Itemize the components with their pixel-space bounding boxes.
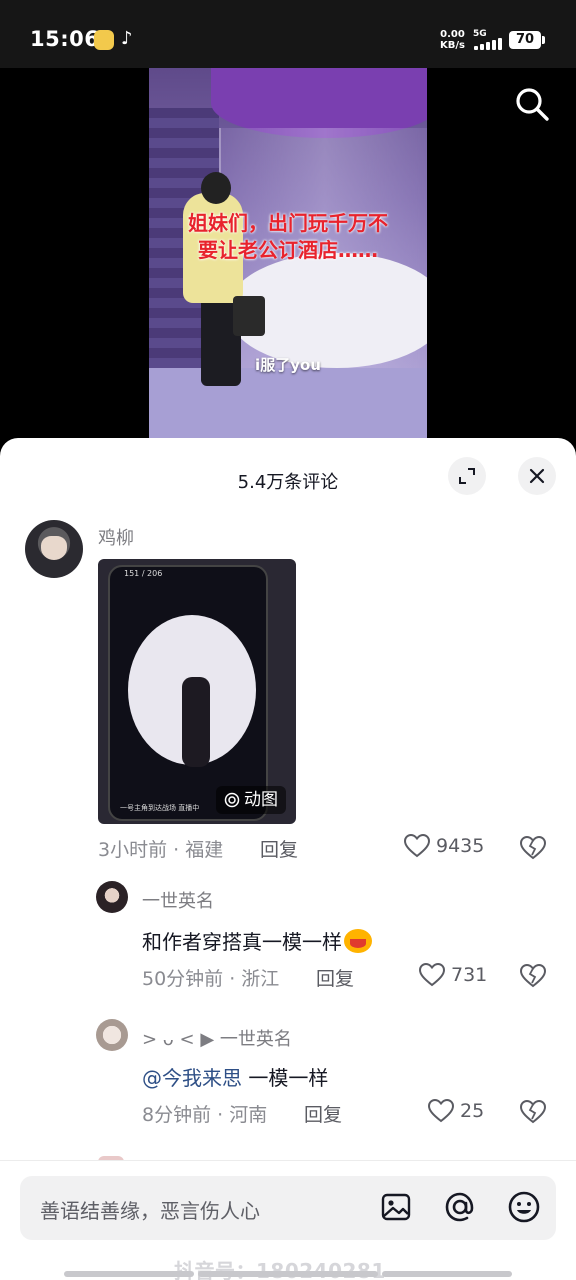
reply-meta: 50分钟前 · 浙江 (142, 968, 280, 990)
like-button[interactable]: 9435 (404, 834, 484, 858)
video-floor (149, 368, 427, 440)
reply-button[interactable]: 回复 (316, 964, 354, 991)
comments-sheet: 5.4万条评论 鸡柳 151 / 206 一号主角到达战场 直播中 动图 3小时… (0, 438, 576, 1280)
video-person-head (201, 172, 231, 204)
dislike-icon[interactable] (520, 964, 546, 988)
image-icon[interactable] (378, 1189, 414, 1225)
reply-username[interactable]: 一世英名 (142, 887, 214, 913)
video-overlay-text: 姐妹们，出门玩千万不要让老公订酒店…… (188, 211, 388, 262)
like-count: 731 (451, 964, 488, 986)
status-bar: 15:06 ♪ 0.00 KB/s 5G 70 (0, 0, 576, 68)
douyin-notification-icon: ♪ (121, 28, 133, 49)
heart-icon (428, 1099, 454, 1123)
reply-button[interactable]: 回复 (260, 835, 298, 862)
dislike-icon[interactable] (520, 836, 546, 860)
network-speed-unit: KB/s (440, 40, 465, 51)
comment-input-placeholder: 善语结善缘，恶言伤人心 (40, 1199, 260, 1223)
video-player[interactable]: 姐妹们，出门玩千万不要让老公订酒店…… i服了you (0, 68, 576, 440)
like-button[interactable]: 25 (428, 1099, 484, 1123)
signal-icon (474, 38, 504, 50)
avatar[interactable] (25, 520, 83, 578)
nav-indicator (198, 1271, 378, 1277)
avatar[interactable] (96, 881, 128, 913)
comment-meta: 3小时前 · 福建 (98, 839, 224, 861)
comments-count-title: 5.4万条评论 (237, 472, 339, 493)
reply-meta: 8分钟前 · 河南 (142, 1104, 268, 1126)
comment-input-bar: 善语结善缘，恶言伤人心 抖音号：180240281 (0, 1160, 576, 1280)
avatar[interactable] (96, 1019, 128, 1051)
mention-link[interactable]: @今我来思 (142, 1066, 242, 1090)
like-count: 9435 (436, 835, 485, 857)
image-person (182, 677, 210, 767)
battery-tip (542, 36, 545, 44)
gif-badge: 动图 (216, 786, 286, 814)
search-icon[interactable] (512, 84, 552, 124)
reply-username[interactable]: > ᴗ < ▶ 一世英名 (142, 1025, 292, 1051)
reply-text-content: 和作者穿搭真一模一样 (142, 930, 342, 954)
image-header-text: 151 / 206 (124, 569, 163, 578)
battery-icon: 70 (509, 31, 541, 49)
like-count: 25 (460, 1100, 485, 1122)
comment-gif-image[interactable]: 151 / 206 一号主角到达战场 直播中 动图 (98, 559, 296, 824)
gif-icon (224, 792, 240, 808)
reply-text: @今我来思 一模一样 (142, 1062, 328, 1091)
reply-button[interactable]: 回复 (304, 1100, 342, 1127)
image-phone: 151 / 206 一号主角到达战场 直播中 (108, 565, 268, 821)
image-footer-text: 一号主角到达战场 直播中 (120, 804, 200, 812)
close-button[interactable] (518, 457, 556, 495)
heart-icon (404, 834, 430, 858)
video-frame[interactable]: 姐妹们，出门玩千万不要让老公订酒店…… i服了you (149, 68, 427, 440)
dislike-icon[interactable] (520, 1100, 546, 1124)
video-bag (233, 296, 265, 336)
at-icon[interactable] (442, 1189, 478, 1225)
comment-username[interactable]: 鸡柳 (98, 524, 134, 550)
nav-indicator (64, 1271, 194, 1277)
close-icon (529, 468, 545, 484)
expand-icon (459, 468, 475, 484)
gif-label: 动图 (244, 790, 278, 810)
status-time: 15:06 (30, 27, 100, 51)
expand-button[interactable] (448, 457, 486, 495)
laughing-emoji-icon (344, 929, 372, 953)
notification-app-icon (94, 30, 114, 50)
heart-icon (419, 963, 445, 987)
emoji-icon[interactable] (506, 1189, 542, 1225)
like-button[interactable]: 731 (419, 963, 487, 987)
reply-text: 和作者穿搭真一模一样 (142, 926, 372, 955)
comment-input[interactable]: 善语结善缘，恶言伤人心 (20, 1176, 556, 1240)
video-subtitle: i服了you (255, 356, 321, 374)
network-speed-value: 0.00 (440, 29, 465, 40)
nav-indicator (382, 1271, 512, 1277)
reply-text-content: 一模一样 (242, 1066, 329, 1090)
network-speed: 0.00 KB/s (440, 29, 465, 51)
